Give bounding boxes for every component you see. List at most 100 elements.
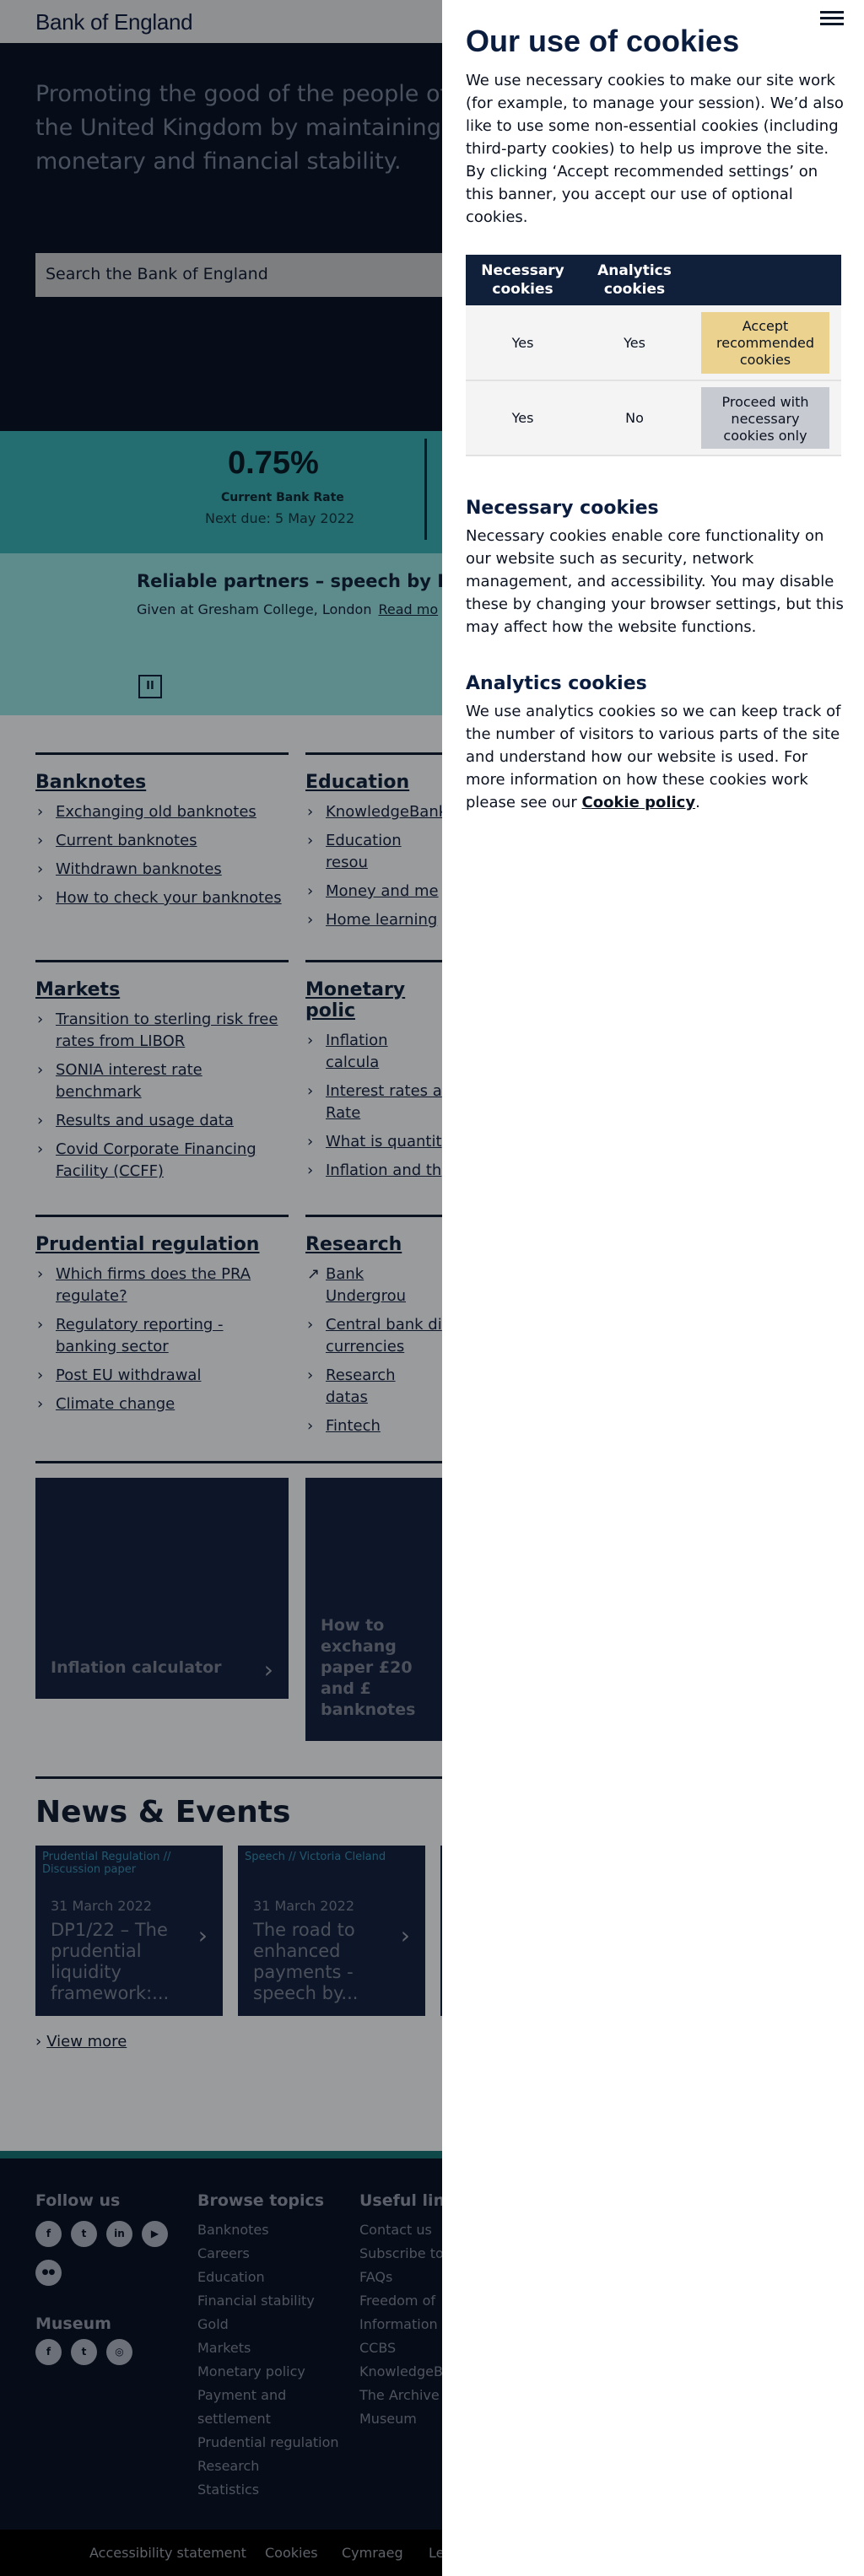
- section-link[interactable]: › Exchanging old banknotes: [35, 801, 289, 823]
- footer-link[interactable]: Financial stability: [197, 2289, 349, 2313]
- footer-link[interactable]: Contact us: [359, 2218, 444, 2242]
- section-link-label: Regulatory reporting - banking sector: [56, 1316, 224, 1355]
- twitter-icon[interactable]: t: [71, 2221, 97, 2247]
- accept-recommended-button[interactable]: Accept recommended cookies: [701, 311, 829, 374]
- necessary-value: Yes: [466, 380, 580, 456]
- footer-link[interactable]: Payment and settlement: [197, 2384, 349, 2431]
- section-link[interactable]: ↗ Bank Undergrou: [305, 1264, 442, 1307]
- carousel-title[interactable]: Reliable partners – speech by Ben: [137, 571, 476, 591]
- museum-facebook-icon[interactable]: f: [35, 2339, 62, 2365]
- chevron-right-icon: ›: [263, 1656, 273, 1684]
- section-link[interactable]: › Home learning: [305, 909, 442, 931]
- chevron-right-icon: ›: [307, 911, 314, 929]
- section-education: Education › KnowledgeBank › Education reso…: [305, 752, 447, 938]
- site-logo[interactable]: Bank of England: [35, 9, 193, 35]
- section-link-label: Exchanging old banknotes: [56, 803, 256, 821]
- section-link[interactable]: › Central bank di currencies: [305, 1314, 442, 1358]
- section-link[interactable]: › Climate change: [35, 1393, 289, 1415]
- section-link[interactable]: › Which firms does the PRA regulate?: [35, 1264, 289, 1307]
- footer-link[interactable]: Gold: [197, 2313, 349, 2336]
- section-title[interactable]: Prudential regulation: [35, 1234, 289, 1255]
- feature-card-title: Inflation calculator: [51, 1658, 222, 1677]
- section-link[interactable]: › SONIA interest rate benchmark: [35, 1059, 289, 1103]
- cookies-link[interactable]: Cookies: [265, 2545, 318, 2561]
- news-date: 31 March 2022: [253, 1898, 355, 1914]
- footer-link[interactable]: Careers: [197, 2242, 349, 2266]
- cookie-option-row: Yes No Proceed with necessary cookies on…: [466, 380, 841, 456]
- section-title[interactable]: Markets: [35, 979, 289, 1000]
- section-link-label: Climate change: [56, 1395, 176, 1413]
- footer-link[interactable]: Research: [197, 2455, 349, 2478]
- section-link[interactable]: › Current banknotes: [35, 830, 289, 852]
- chevron-right-icon: ›: [307, 1417, 314, 1435]
- section-link[interactable]: › Inflation calcula: [305, 1030, 442, 1074]
- section-link[interactable]: › Money and me: [305, 881, 442, 903]
- section-link-label: Results and usage data: [56, 1112, 234, 1129]
- linkedin-icon[interactable]: in: [106, 2221, 132, 2247]
- search-input[interactable]: Search the Bank of England: [35, 253, 457, 297]
- museum-twitter-icon[interactable]: t: [71, 2339, 97, 2365]
- cymraeg-link[interactable]: Cymraeg: [342, 2545, 403, 2561]
- footer-link[interactable]: KnowledgeB: [359, 2360, 444, 2384]
- section-link[interactable]: › Covid Corporate Financing Facility (CCF…: [35, 1139, 289, 1183]
- section-link[interactable]: › Results and usage data: [35, 1110, 289, 1132]
- section-link[interactable]: › Fintech: [305, 1415, 442, 1437]
- chevron-right-icon: ›: [307, 803, 314, 821]
- footer-link[interactable]: Freedom of Information: [359, 2289, 444, 2336]
- cookie-policy-link[interactable]: Cookie policy: [582, 794, 696, 811]
- section-title[interactable]: Education: [305, 772, 442, 793]
- youtube-icon[interactable]: ▶: [142, 2221, 168, 2247]
- necessary-only-button[interactable]: Proceed with necessary cookies only: [701, 387, 829, 449]
- footer-link[interactable]: Banknotes: [197, 2218, 349, 2242]
- section-link[interactable]: › Inflation and th: [305, 1160, 442, 1182]
- section-link-label: Fintech: [326, 1417, 381, 1435]
- footer-link[interactable]: Markets: [197, 2336, 349, 2360]
- footer-link[interactable]: Education: [197, 2266, 349, 2289]
- facebook-icon[interactable]: f: [35, 2221, 62, 2247]
- section-link[interactable]: › KnowledgeBank: [305, 801, 447, 823]
- section-link[interactable]: › Interest rates a Rate: [305, 1081, 442, 1124]
- feature-card[interactable]: How to exchang paper £20 and £ banknotes: [305, 1478, 442, 1741]
- footer-link[interactable]: FAQs: [359, 2266, 444, 2289]
- footer-link[interactable]: Monetary policy: [197, 2360, 349, 2384]
- section-title[interactable]: Research: [305, 1234, 442, 1255]
- section-title[interactable]: Banknotes: [35, 772, 289, 793]
- carousel-pause-button[interactable]: II: [138, 675, 162, 698]
- section-link[interactable]: › Education resou: [305, 830, 442, 874]
- flickr-icon[interactable]: ●●: [35, 2260, 62, 2286]
- useful-links-list: Contact us Subscribe to FAQs Freedom of …: [359, 2218, 444, 2431]
- carousel-subtitle: Given at Gresham College, London Read mo: [137, 601, 438, 617]
- footer-link[interactable]: Museum: [359, 2407, 444, 2431]
- chevron-right-icon: ›: [307, 832, 314, 849]
- section-link-label: Covid Corporate Financing Facility (CCFF…: [56, 1140, 256, 1180]
- view-more-link[interactable]: › View more: [35, 2033, 127, 2051]
- section-title[interactable]: Monetary polic: [305, 979, 442, 1021]
- browse-topics-list: Banknotes Careers Education Financial st…: [197, 2218, 349, 2502]
- news-card[interactable]: Prudential Regulation // Discussion pape…: [35, 1846, 223, 2016]
- museum-instagram-icon[interactable]: ◎: [106, 2339, 132, 2365]
- footer-link[interactable]: Statistics: [197, 2478, 349, 2502]
- footer-link[interactable]: CCBS: [359, 2336, 444, 2360]
- footer-link[interactable]: The Archive: [359, 2384, 444, 2407]
- footer-link[interactable]: Prudential regulation: [197, 2431, 349, 2455]
- bank-rate-next-date: Next due: 5 May 2022: [205, 510, 355, 526]
- browse-heading: Browse topics: [197, 2191, 325, 2210]
- news-title: DP1/22 – The prudential liquidity framew…: [51, 1920, 170, 2003]
- section-link[interactable]: › Post EU withdrawal: [35, 1365, 289, 1387]
- section-link[interactable]: › How to check your banknotes: [35, 887, 289, 909]
- section-link[interactable]: › Transition to sterling risk free rates …: [35, 1009, 289, 1053]
- feature-card[interactable]: Inflation calculator ›: [35, 1478, 289, 1699]
- section-link[interactable]: › What is quantit: [305, 1131, 442, 1153]
- carousel-read-more-link[interactable]: Read mo: [378, 601, 438, 617]
- news-card[interactable]: Speech // Victoria Cleland 31 March 2022…: [238, 1846, 425, 2016]
- section-link[interactable]: › Regulatory reporting - banking sector: [35, 1314, 289, 1358]
- menu-icon[interactable]: [820, 8, 844, 27]
- chevron-right-icon: ›: [37, 1366, 44, 1384]
- section-link-label: Transition to sterling risk free rates f…: [56, 1010, 278, 1050]
- accessibility-link[interactable]: Accessibility statement: [89, 2545, 246, 2561]
- section-link[interactable]: › Withdrawn banknotes: [35, 859, 289, 881]
- news-date: 31 March 2022: [51, 1898, 153, 1914]
- chevron-right-icon: ›: [35, 2033, 42, 2051]
- footer-link[interactable]: Subscribe to: [359, 2242, 444, 2266]
- section-link[interactable]: › Research datas: [305, 1365, 442, 1409]
